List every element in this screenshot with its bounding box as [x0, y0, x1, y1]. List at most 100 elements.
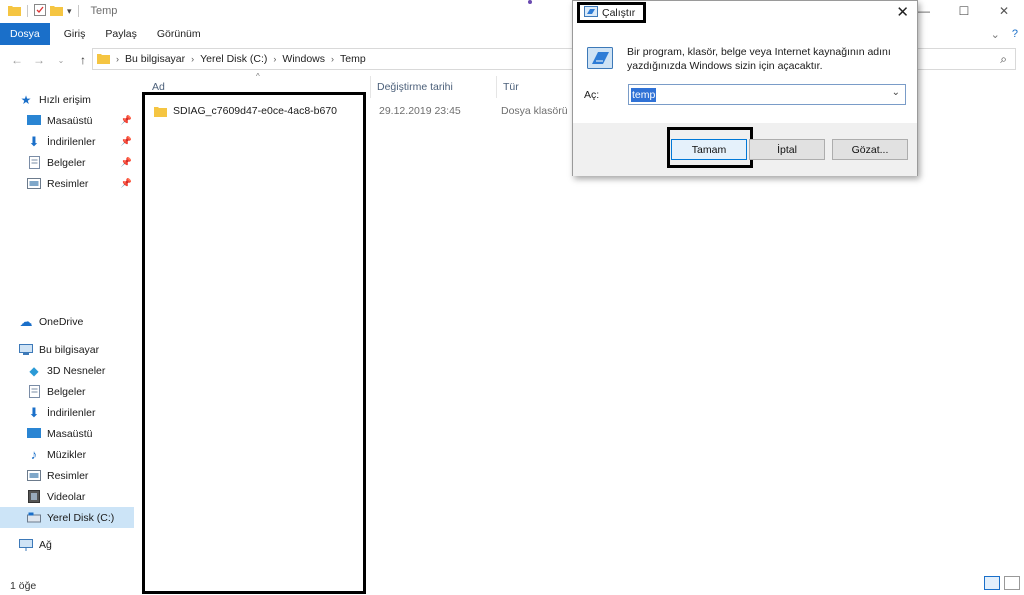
- cursor-marker: [528, 0, 532, 4]
- chevron-right-icon[interactable]: ›: [273, 54, 276, 64]
- file-modified: 29.12.2019 23:45: [379, 105, 461, 117]
- view-toggles: [984, 576, 1020, 590]
- drive-icon: [26, 511, 42, 525]
- nav-label: Hızlı erişim: [39, 93, 91, 106]
- nav-label: Resimler: [47, 469, 89, 482]
- nav-quick-downloads[interactable]: ⬇ İndirilenler 📌: [26, 131, 136, 152]
- tab-view[interactable]: Görünüm: [147, 23, 211, 45]
- large-icons-view-icon[interactable]: [1004, 576, 1020, 590]
- run-command-input[interactable]: temp ⌄: [628, 84, 906, 105]
- nav-label: İndirilenler: [47, 135, 96, 148]
- pin-icon[interactable]: 📌: [121, 178, 132, 189]
- download-icon: ⬇: [28, 133, 40, 149]
- nav-pc-videos[interactable]: Videolar: [26, 486, 136, 507]
- nav-pc-desktop[interactable]: Masaüstü: [26, 423, 136, 444]
- back-icon[interactable]: ←: [6, 53, 28, 67]
- quick-access-toolbar: ▾ Temp: [0, 3, 118, 19]
- breadcrumb-this-pc[interactable]: Bu bilgisayar: [125, 53, 185, 65]
- column-header-modified[interactable]: Değiştirme tarihi: [371, 76, 497, 98]
- customize-toolbar-icon[interactable]: ▾: [67, 6, 72, 17]
- column-header-type[interactable]: Tür: [497, 76, 576, 98]
- nav-label: Belgeler: [47, 156, 86, 169]
- nav-this-pc[interactable]: Bu bilgisayar: [18, 339, 154, 360]
- file-type: Dosya klasörü: [501, 105, 568, 117]
- cancel-button[interactable]: İptal: [749, 139, 825, 160]
- run-title-frame: Çalıştır: [577, 2, 647, 23]
- run-footer: Tamam İptal Gözat...: [573, 123, 917, 176]
- forward-icon[interactable]: →: [28, 53, 50, 67]
- nav-pc-music[interactable]: ♪ Müzikler: [26, 444, 136, 465]
- documents-icon: [26, 156, 42, 170]
- pin-icon[interactable]: 📌: [121, 136, 132, 147]
- nav-pc-documents[interactable]: Belgeler: [26, 381, 136, 402]
- chevron-right-icon[interactable]: ›: [191, 54, 194, 64]
- nav-quick-documents[interactable]: Belgeler 📌: [26, 152, 136, 173]
- ok-button[interactable]: Tamam: [671, 139, 747, 160]
- details-view-icon[interactable]: [984, 576, 1000, 590]
- new-folder-icon[interactable]: [50, 4, 63, 19]
- browse-button[interactable]: Gözat...: [832, 139, 908, 160]
- up-icon[interactable]: ↑: [72, 53, 94, 67]
- computer-icon: [18, 343, 34, 357]
- recent-locations-icon[interactable]: ⌄: [50, 56, 72, 65]
- status-item-count: 1 öğe: [10, 580, 37, 592]
- pictures-icon: [26, 177, 42, 191]
- tab-home[interactable]: Giriş: [50, 23, 96, 45]
- maximize-icon[interactable]: ☐: [944, 0, 984, 22]
- nav-pc-3d-objects[interactable]: ◆ 3D Nesneler: [26, 360, 136, 381]
- run-open-label: Aç:: [584, 89, 600, 101]
- run-title: Çalıştır: [602, 6, 636, 19]
- properties-icon[interactable]: [34, 3, 46, 19]
- close-icon[interactable]: ✕: [984, 0, 1024, 22]
- desktop-icon: [26, 114, 42, 128]
- cube-icon: ◆: [29, 363, 39, 378]
- help-icon[interactable]: ?: [1012, 28, 1018, 41]
- navigation-pane: ★ Hızlı erişim Masaüstü 📌 ⬇ İndirilenler…: [0, 86, 140, 556]
- nav-quick-pictures[interactable]: Resimler 📌: [26, 173, 136, 194]
- network-icon: [18, 538, 34, 552]
- nav-pc-downloads[interactable]: ⬇ İndirilenler: [26, 402, 136, 423]
- nav-label: OneDrive: [39, 315, 84, 328]
- run-title-bar: Çalıştır ✕: [573, 1, 917, 25]
- nav-label: Bu bilgisayar: [39, 343, 100, 356]
- chevron-right-icon: ›: [116, 54, 119, 64]
- pin-icon[interactable]: 📌: [121, 157, 132, 168]
- search-icon[interactable]: ⌕: [1000, 52, 1007, 67]
- chevron-right-icon[interactable]: ›: [331, 54, 334, 64]
- nav-label: Ağ: [39, 538, 52, 551]
- nav-network[interactable]: Ağ: [18, 534, 154, 555]
- window-title: Temp: [90, 5, 118, 17]
- expand-ribbon-icon[interactable]: ⌄: [991, 28, 1000, 41]
- run-body: Bir program, klasör, belge veya Internet…: [573, 25, 917, 123]
- breadcrumb-windows[interactable]: Windows: [282, 53, 325, 65]
- nav-quick-access[interactable]: ★ Hızlı erişim: [18, 89, 154, 110]
- highlight-box: [142, 92, 366, 594]
- download-icon: ⬇: [28, 404, 40, 420]
- run-program-icon: [587, 47, 613, 72]
- nav-label: Müzikler: [47, 448, 87, 461]
- nav-quick-desktop[interactable]: Masaüstü 📌: [26, 110, 136, 131]
- folder-icon: [97, 52, 110, 67]
- nav-label: İndirilenler: [47, 406, 96, 419]
- breadcrumb-temp[interactable]: Temp: [340, 53, 366, 65]
- close-icon[interactable]: ✕: [896, 3, 909, 21]
- nav-label: Yerel Disk (C:): [47, 511, 115, 524]
- nav-pc-pictures[interactable]: Resimler: [26, 465, 136, 486]
- star-icon: ★: [20, 92, 32, 107]
- pin-icon[interactable]: 📌: [121, 115, 132, 126]
- nav-label: 3D Nesneler: [47, 364, 106, 377]
- nav-label: Masaüstü: [47, 114, 93, 127]
- cloud-icon: ☁: [19, 313, 33, 329]
- window-controls: — ☐ ✕: [904, 0, 1024, 22]
- sort-ascending-icon: ^: [256, 72, 260, 81]
- breadcrumb-local-disk[interactable]: Yerel Disk (C:): [200, 53, 267, 65]
- tab-file[interactable]: Dosya: [0, 23, 50, 45]
- run-dialog: Çalıştır ✕ Bir program, klasör, belge ve…: [572, 0, 918, 176]
- tab-share[interactable]: Paylaş: [95, 23, 147, 45]
- run-command-value: temp: [631, 87, 657, 102]
- chevron-down-icon[interactable]: ⌄: [892, 87, 900, 98]
- nav-label: Masaüstü: [47, 427, 93, 440]
- nav-onedrive[interactable]: ☁ OneDrive: [18, 311, 154, 332]
- nav-pc-local-disk[interactable]: Yerel Disk (C:): [0, 507, 134, 528]
- pictures-icon: [26, 469, 42, 483]
